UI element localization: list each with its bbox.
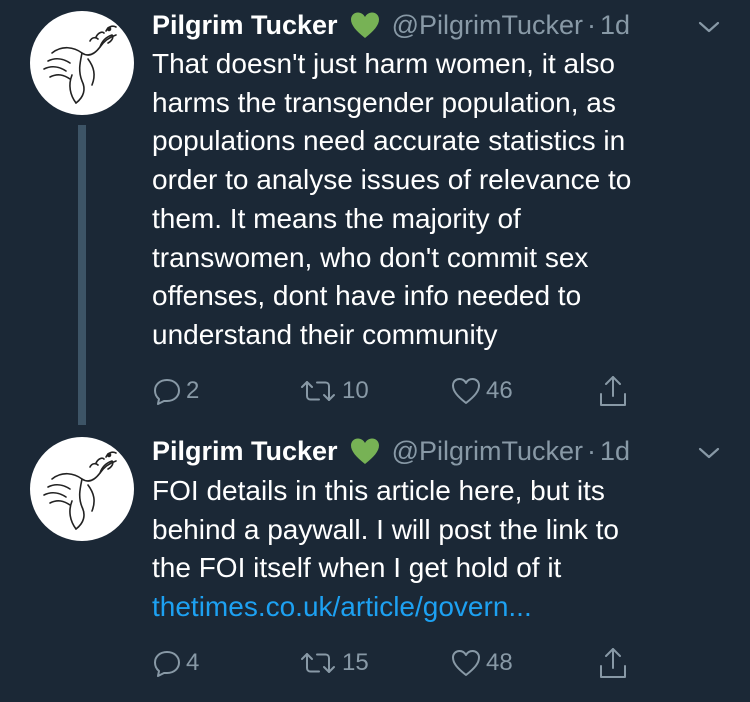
reply-icon xyxy=(154,651,180,677)
author-avatar[interactable] xyxy=(30,11,134,115)
retweet-count: 10 xyxy=(342,377,369,404)
tweet-2[interactable]: Pilgrim Tucker @PilgrimTucker · 1d FOI d… xyxy=(0,420,750,702)
retweet-count: 15 xyxy=(342,649,369,676)
thread-connector-line xyxy=(78,125,86,425)
tweet-text: That doesn't just harm women, it also ha… xyxy=(152,45,732,355)
like-count: 48 xyxy=(486,649,513,676)
dove-avatar-icon xyxy=(43,25,117,104)
tweet-text-line: transwomen, who don't commit sex xyxy=(152,241,589,273)
chevron-down-icon xyxy=(698,447,720,459)
author-handle[interactable]: @PilgrimTucker xyxy=(392,10,583,41)
retweet-icon xyxy=(301,653,335,673)
tweet-header: Pilgrim Tucker @PilgrimTucker · 1d xyxy=(152,434,630,468)
chevron-down-icon xyxy=(698,21,720,33)
retweet-icon xyxy=(301,381,335,401)
share-button[interactable] xyxy=(598,646,628,680)
tweet-text-line: harms the transgender population, as xyxy=(152,86,616,118)
dove-avatar-icon xyxy=(43,451,117,530)
share-icon xyxy=(600,376,626,406)
tweet-text-line: FOI details in this article here, but it… xyxy=(152,475,605,506)
tweet-menu-button[interactable] xyxy=(698,20,720,34)
tweet-text-line: the FOI itself when I get hold of it xyxy=(152,552,562,584)
retweet-button[interactable]: 10 xyxy=(298,374,369,408)
tweet-text-line: them. It means the majority of xyxy=(152,202,521,234)
tweet-text-line: That doesn't just harm women, it also xyxy=(152,48,615,79)
tweet-text-line: order to analyse issues of relevance to xyxy=(152,164,632,196)
reply-icon xyxy=(154,379,180,405)
share-button[interactable] xyxy=(598,374,628,408)
retweet-button[interactable]: 15 xyxy=(298,646,369,680)
heart-outline-icon xyxy=(452,650,480,676)
header-separator: · xyxy=(587,435,596,466)
tweet-text-line: understand their community xyxy=(152,318,498,350)
article-link[interactable]: thetimes.co.uk/article/govern... xyxy=(152,588,732,627)
like-button[interactable]: 46 xyxy=(450,374,513,408)
tweet-menu-button[interactable] xyxy=(698,446,720,460)
author-handle[interactable]: @PilgrimTucker xyxy=(392,436,583,467)
reply-count: 4 xyxy=(186,649,200,676)
tweet-timestamp[interactable]: 1d xyxy=(600,10,630,41)
author-name[interactable]: Pilgrim Tucker xyxy=(152,10,338,41)
reply-button[interactable]: 2 xyxy=(152,374,199,408)
like-count: 46 xyxy=(486,377,513,404)
tweet-text-line: populations need accurate statistics in xyxy=(152,125,626,157)
tweet-text: FOI details in this article here, but it… xyxy=(152,472,732,627)
author-avatar[interactable] xyxy=(30,437,134,541)
author-name[interactable]: Pilgrim Tucker xyxy=(152,436,338,467)
heart-outline-icon xyxy=(452,378,480,404)
tweet-1[interactable]: Pilgrim Tucker @PilgrimTucker · 1d That … xyxy=(0,0,750,420)
green-heart-emoji-icon xyxy=(350,11,380,39)
reply-button[interactable]: 4 xyxy=(152,646,199,680)
tweet-text-line: offenses, dont have info needed to xyxy=(152,280,582,312)
tweet-header: Pilgrim Tucker @PilgrimTucker · 1d xyxy=(152,8,630,42)
share-icon xyxy=(600,648,626,678)
tweet-text-line: behind a paywall. I will post the link t… xyxy=(152,513,619,545)
header-separator: · xyxy=(587,9,596,40)
like-button[interactable]: 48 xyxy=(450,646,513,680)
green-heart-emoji-icon xyxy=(350,437,380,465)
tweet-timestamp[interactable]: 1d xyxy=(600,436,630,467)
reply-count: 2 xyxy=(186,377,200,404)
